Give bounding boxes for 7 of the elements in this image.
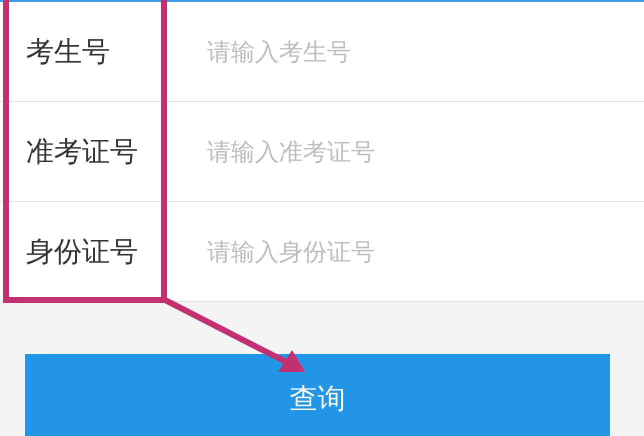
- field-label: 身份证号: [25, 234, 139, 270]
- field-label: 考生号: [25, 34, 111, 70]
- input-field[interactable]: 请输入考生号: [205, 20, 609, 82]
- input-field[interactable]: 请输入准考证号: [205, 120, 609, 182]
- input-field[interactable]: 请输入身份证号: [205, 220, 609, 282]
- query-button[interactable]: 查询: [25, 354, 610, 436]
- field-label: 准考证号: [25, 134, 139, 170]
